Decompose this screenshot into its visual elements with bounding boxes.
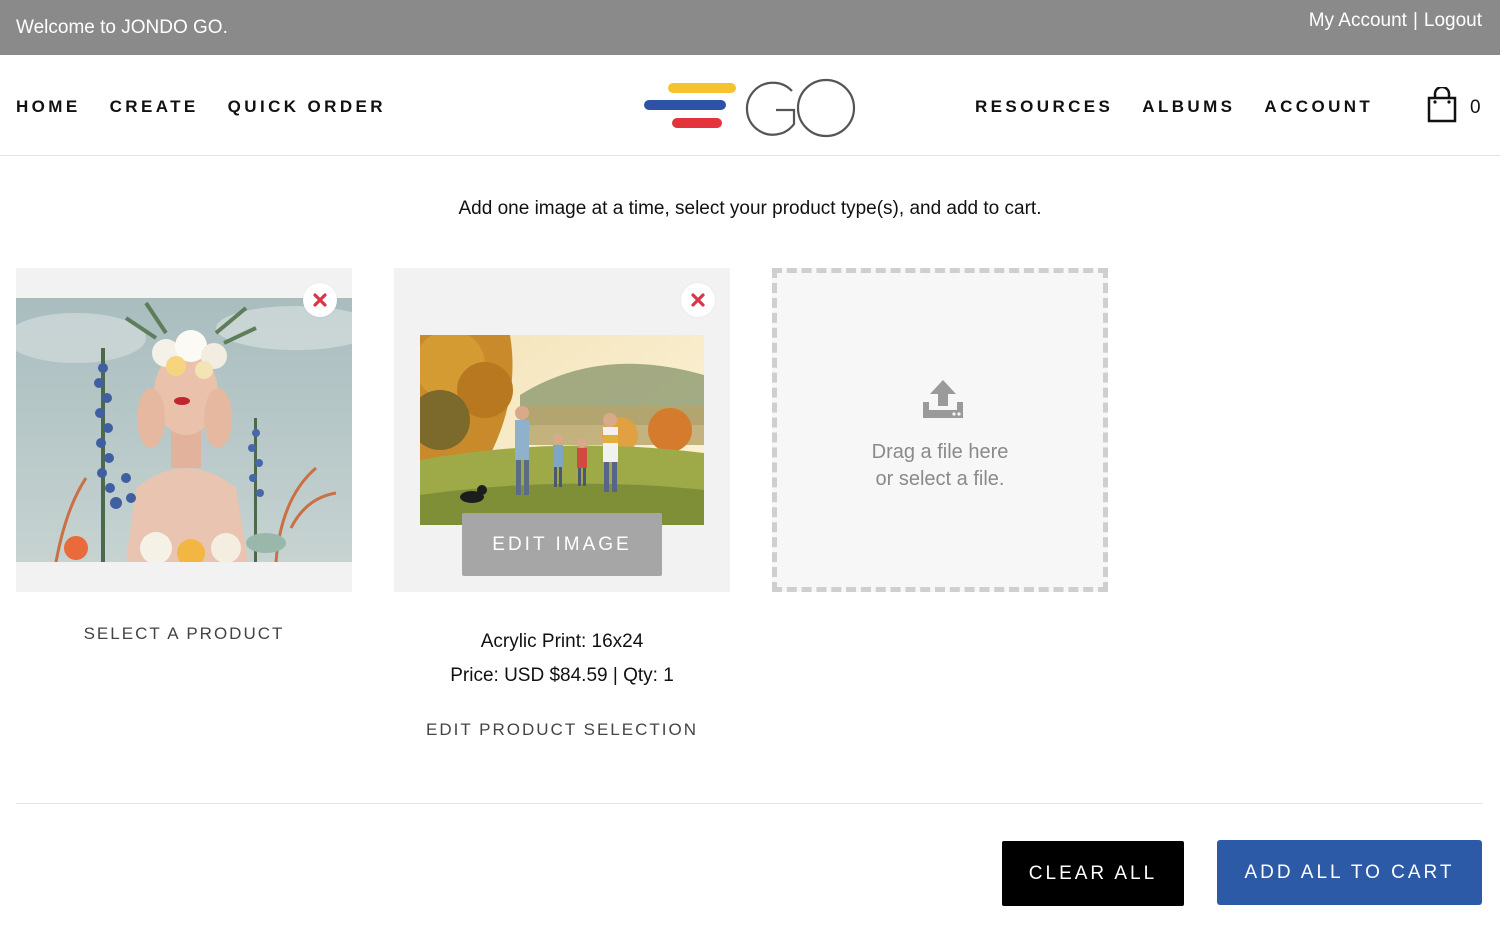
close-icon	[691, 293, 705, 307]
account-links: My Account | Logout	[1309, 10, 1482, 32]
close-icon	[313, 293, 327, 307]
edit-image-button[interactable]: EDIT IMAGE	[462, 513, 662, 576]
image-card-2: EDIT IMAGE	[394, 268, 730, 592]
my-account-link[interactable]: My Account	[1309, 10, 1407, 32]
nav-create[interactable]: CREATE	[110, 97, 199, 117]
nav-albums[interactable]: ALBUMS	[1142, 97, 1235, 117]
remove-image-2-button[interactable]	[681, 283, 715, 317]
dropzone-line-2[interactable]: or select a file.	[777, 466, 1103, 493]
dropzone-text: Drag a file here or select a file.	[777, 439, 1103, 493]
add-all-to-cart-button[interactable]: ADD ALL TO CART	[1217, 840, 1482, 905]
instruction-text: Add one image at a time, select your pro…	[458, 198, 1042, 219]
nav-quick-order[interactable]: QUICK ORDER	[228, 97, 386, 117]
product-info: Acrylic Print: 16x24 Price: USD $84.59 |…	[394, 625, 730, 693]
dropzone-line-1: Drag a file here	[871, 441, 1009, 463]
nav-account[interactable]: ACCOUNT	[1264, 97, 1373, 117]
nav-home[interactable]: HOME	[16, 97, 81, 117]
separator: |	[1412, 10, 1418, 31]
divider	[16, 803, 1482, 804]
product-price-qty: Price: USD $84.59 | Qty: 1	[450, 665, 674, 686]
welcome-text: Welcome to JONDO GO.	[16, 17, 228, 38]
cart-count: 0	[1470, 97, 1481, 118]
main-header: HOME CREATE QUICK ORDER RESOURCES ALBUMS…	[0, 55, 1500, 156]
nav-resources[interactable]: RESOURCES	[975, 97, 1113, 117]
top-bar: Welcome to JONDO GO. My Account | Logout	[0, 0, 1500, 55]
cart-button[interactable]: 0	[1426, 85, 1486, 127]
upload-icon	[923, 380, 963, 418]
select-product-link[interactable]: SELECT A PRODUCT	[16, 624, 352, 644]
logo[interactable]	[644, 78, 856, 138]
clear-all-button[interactable]: CLEAR ALL	[1002, 841, 1184, 906]
nav-right: RESOURCES ALBUMS ACCOUNT	[975, 97, 1373, 117]
image-card-1	[16, 268, 352, 592]
shopping-bag-icon	[1427, 85, 1457, 123]
logout-link[interactable]: Logout	[1424, 10, 1482, 32]
uploaded-image-1	[16, 298, 352, 562]
file-dropzone[interactable]: Drag a file here or select a file.	[772, 268, 1108, 592]
remove-image-1-button[interactable]	[303, 283, 337, 317]
product-name: Acrylic Print: 16x24	[480, 631, 644, 652]
edit-product-selection-link[interactable]: EDIT PRODUCT SELECTION	[394, 720, 730, 740]
nav-left: HOME CREATE QUICK ORDER	[16, 97, 386, 117]
uploaded-image-2	[420, 335, 704, 525]
